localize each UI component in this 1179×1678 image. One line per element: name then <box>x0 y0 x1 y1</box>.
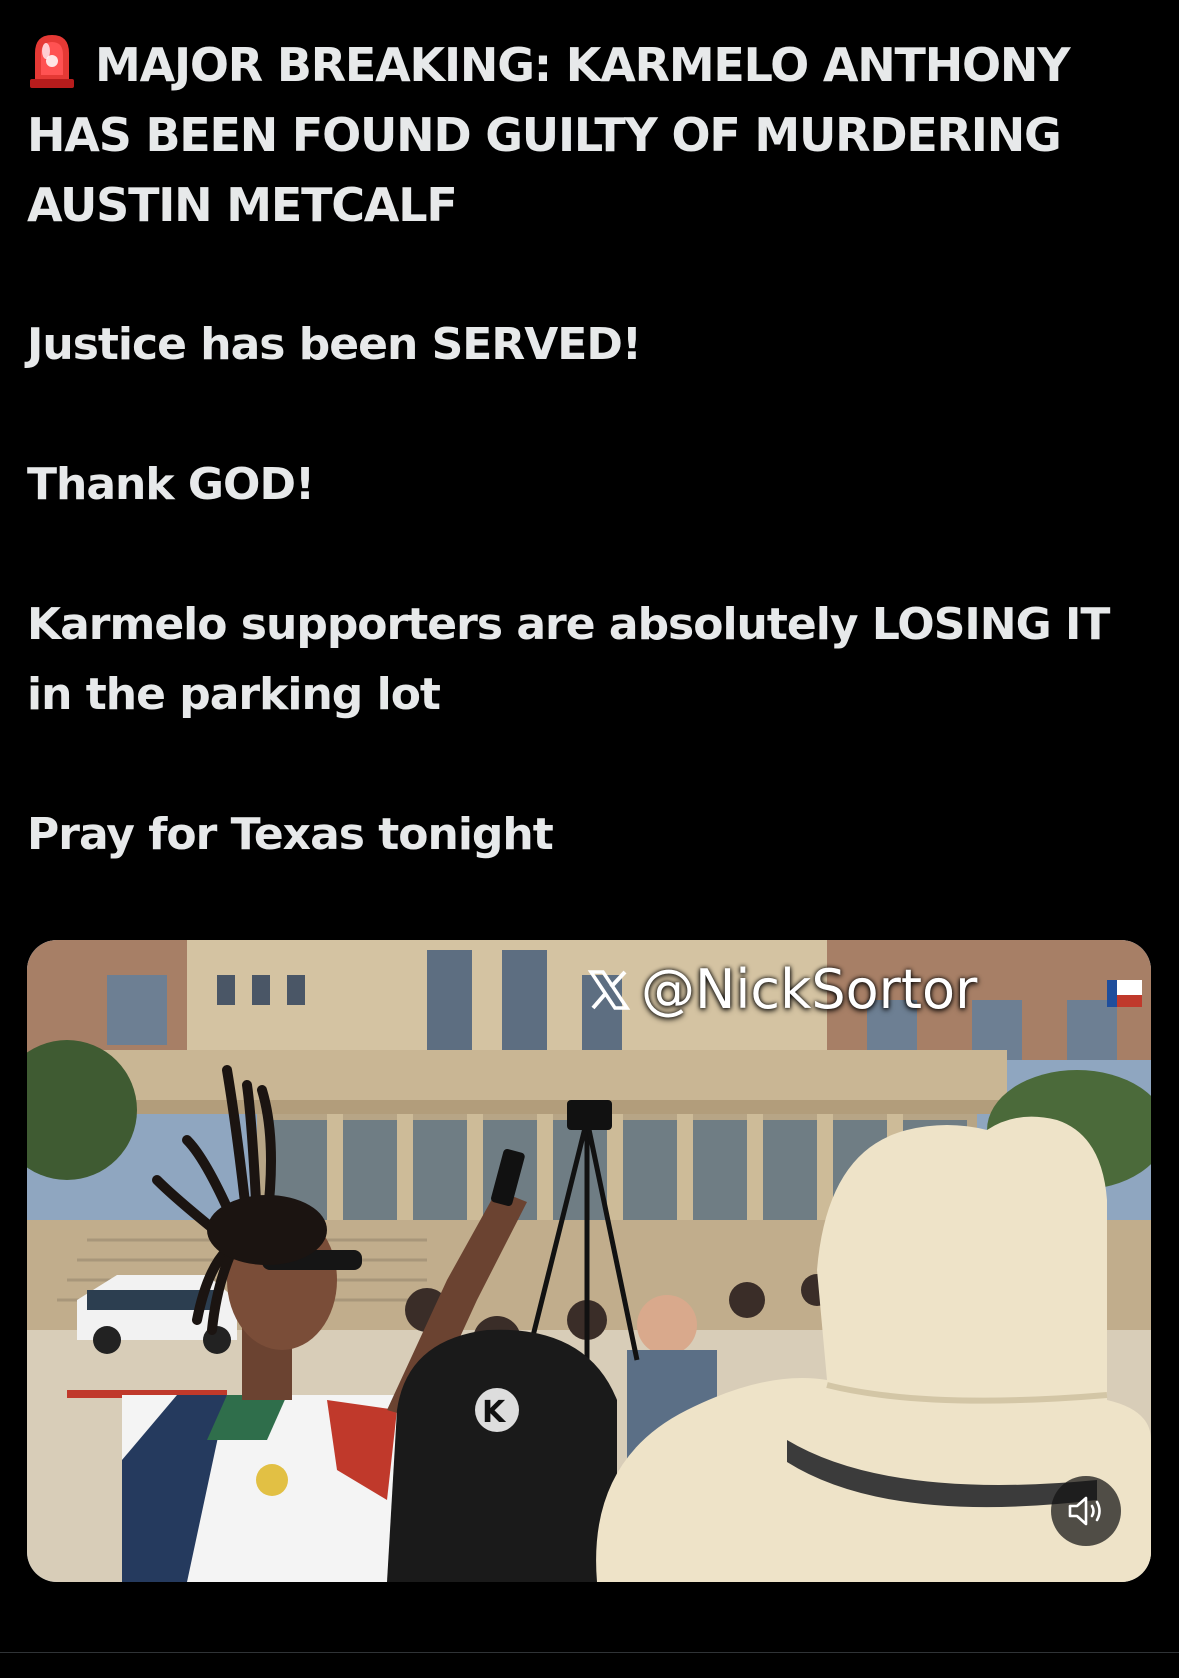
speaker-muted-icon <box>1068 1496 1101 1526</box>
svg-text:K: K <box>482 1395 507 1430</box>
post-line-supporters: Karmelo supporters are absolutely LOSING… <box>27 599 1110 720</box>
video-player[interactable]: K @NickSortor <box>27 940 1151 1582</box>
post-text: MAJOR BREAKING: KARMELO ANTHONY HAS BEEN… <box>27 30 1157 940</box>
x-logo-icon <box>587 969 631 1010</box>
bottom-divider <box>0 1652 1179 1653</box>
post-line-pray: Pray for Texas tonight <box>27 809 554 860</box>
watermark-handle: @NickSortor <box>641 958 978 1021</box>
post-line-justice: Justice has been SERVED! <box>27 319 642 370</box>
post-line-thank: Thank GOD! <box>27 459 315 510</box>
video-watermark: @NickSortor <box>587 958 977 1021</box>
video-frame: K <box>27 940 1151 1582</box>
post-headline: MAJOR BREAKING: KARMELO ANTHONY HAS BEEN… <box>27 30 1157 240</box>
headline-text: MAJOR BREAKING: KARMELO ANTHONY HAS BEEN… <box>27 38 1071 232</box>
mute-toggle-button[interactable] <box>1051 1476 1121 1546</box>
police-siren-icon <box>27 31 77 89</box>
